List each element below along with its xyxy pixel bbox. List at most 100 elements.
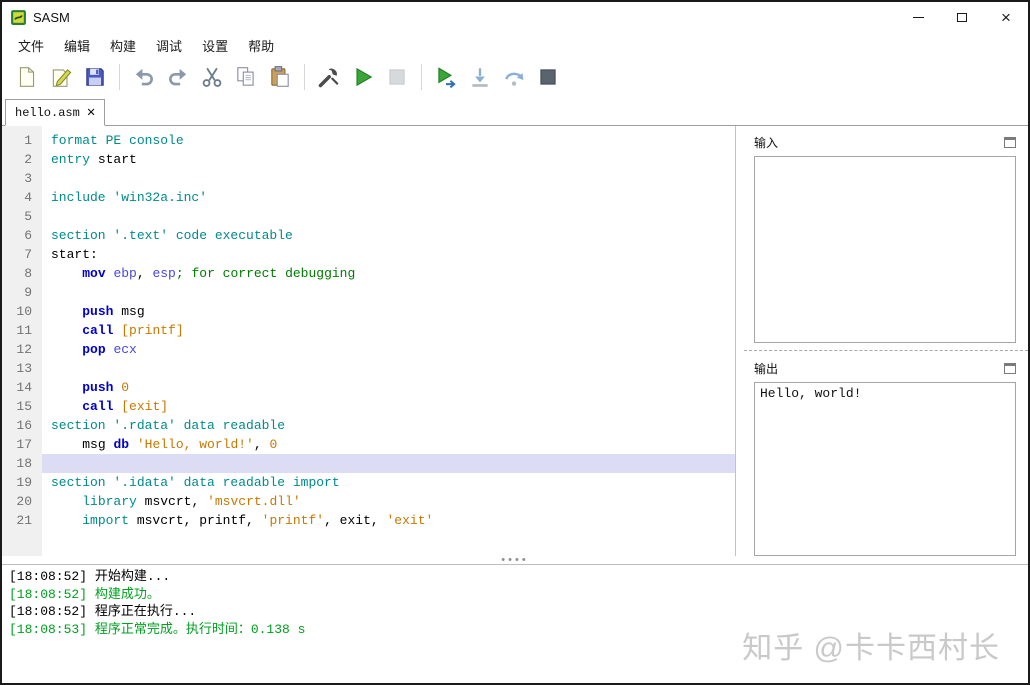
line-number: 1 bbox=[24, 133, 32, 148]
code-area[interactable]: format PE console entry start include 'wi… bbox=[42, 126, 735, 556]
cut-button[interactable] bbox=[197, 62, 227, 92]
detach-output-icon[interactable] bbox=[1004, 363, 1016, 375]
paste-button[interactable] bbox=[265, 62, 295, 92]
toolbar-separator bbox=[421, 64, 422, 90]
code-token: 0 bbox=[121, 380, 130, 395]
line-number: 15 bbox=[16, 399, 32, 414]
line-number: 2 bbox=[24, 152, 32, 167]
code-token: 0 bbox=[269, 437, 278, 452]
log-line: [18:08:53] 程序正常完成。执行时间：0.138 s bbox=[9, 621, 306, 637]
menu-file[interactable]: 文件 bbox=[8, 32, 54, 59]
debug-button[interactable] bbox=[431, 62, 461, 92]
code-token: import bbox=[82, 513, 137, 528]
code-line-2[interactable]: entry start bbox=[42, 150, 735, 169]
code-line-4[interactable]: include 'win32a.inc' bbox=[42, 188, 735, 207]
code-line-7[interactable]: start: bbox=[42, 245, 735, 264]
code-line-12[interactable]: pop ecx bbox=[42, 340, 735, 359]
line-number: 13 bbox=[16, 361, 32, 376]
code-line-5[interactable] bbox=[42, 207, 735, 226]
close-button[interactable]: × bbox=[984, 2, 1028, 32]
new-file-button[interactable] bbox=[12, 62, 42, 92]
code-line-15[interactable]: call [exit] bbox=[42, 397, 735, 416]
tab-bar: hello.asm ✕ bbox=[2, 96, 1028, 126]
horizontal-splitter[interactable]: •••• bbox=[2, 554, 1028, 566]
save-button[interactable] bbox=[80, 62, 110, 92]
code-line-19[interactable]: section '.idata' data readable import bbox=[42, 473, 735, 492]
code-token: call bbox=[82, 323, 122, 338]
io-side-panel: 输入 输出 Hello, world! bbox=[744, 126, 1028, 556]
code-token: ebp bbox=[113, 266, 137, 281]
copy-button[interactable] bbox=[231, 62, 261, 92]
code-token: ; for correct debugging bbox=[175, 266, 356, 281]
undo-button[interactable] bbox=[129, 62, 159, 92]
code-token: pop bbox=[82, 342, 114, 357]
code-token: start: bbox=[51, 247, 98, 262]
code-line-8[interactable]: mov ebp, esp; for correct debugging bbox=[42, 264, 735, 283]
stop-button[interactable] bbox=[382, 62, 412, 92]
code-token: 'msvcrt.dll' bbox=[207, 494, 301, 509]
debug-stop-button[interactable] bbox=[533, 62, 563, 92]
run-button[interactable] bbox=[348, 62, 378, 92]
code-line-13[interactable] bbox=[42, 359, 735, 378]
window-controls: × bbox=[896, 2, 1028, 32]
minimize-button[interactable] bbox=[896, 2, 940, 32]
code-token: msg bbox=[82, 437, 114, 452]
code-token: include 'win32a.inc' bbox=[51, 190, 208, 205]
code-token: , bbox=[136, 266, 153, 281]
step-over-button[interactable] bbox=[499, 62, 529, 92]
tab-label: hello.asm bbox=[15, 105, 80, 120]
code-token: start bbox=[97, 152, 137, 167]
code-token: msvcrt bbox=[144, 494, 192, 509]
build-log: [18:08:52] 开始构建... [18:08:52] 构建成功。 [18:08… bbox=[2, 564, 1028, 683]
code-token: msg bbox=[121, 304, 145, 319]
log-line: [18:08:52] 开始构建... bbox=[9, 569, 171, 584]
redo-button[interactable] bbox=[163, 62, 193, 92]
log-line: [18:08:52] 程序正在执行... bbox=[9, 604, 197, 619]
program-input[interactable] bbox=[754, 155, 1016, 343]
menu-edit[interactable]: 编辑 bbox=[54, 32, 100, 59]
code-token: entry bbox=[51, 152, 98, 167]
menu-debug[interactable]: 调试 bbox=[146, 32, 192, 59]
build-button[interactable] bbox=[314, 62, 344, 92]
code-line-11[interactable]: call [printf] bbox=[42, 321, 735, 340]
code-line-21[interactable]: import msvcrt, printf, 'printf', exit, '… bbox=[42, 511, 735, 530]
minimize-icon bbox=[912, 16, 924, 18]
code-line-20[interactable]: library msvcrt, 'msvcrt.dll' bbox=[42, 492, 735, 511]
code-token: push bbox=[82, 380, 122, 395]
menu-help[interactable]: 帮助 bbox=[238, 32, 284, 59]
line-number: 16 bbox=[16, 418, 32, 433]
code-editor[interactable]: 1 2 3 4 5 6 7 8 9 10 11 12 13 14 15 16 17 18 19 20 21 format… bbox=[2, 126, 736, 556]
tab-close-icon[interactable]: ✕ bbox=[87, 106, 95, 120]
code-line-16[interactable]: section '.rdata' data readable bbox=[42, 416, 735, 435]
open-file-button[interactable] bbox=[46, 62, 76, 92]
menu-build[interactable]: 构建 bbox=[100, 32, 146, 59]
io-panel-splitter[interactable] bbox=[744, 349, 1028, 351]
detach-input-icon[interactable] bbox=[1004, 137, 1016, 149]
splitter-handle-icon: •••• bbox=[501, 554, 529, 566]
menu-settings[interactable]: 设置 bbox=[192, 32, 238, 59]
line-number: 4 bbox=[24, 190, 32, 205]
code-token: , bbox=[191, 494, 208, 509]
code-line-17[interactable]: msg db 'Hello, world!', 0 bbox=[42, 435, 735, 454]
code-line-9[interactable] bbox=[42, 283, 735, 302]
code-token: esp bbox=[152, 266, 176, 281]
toolbar-separator bbox=[304, 64, 305, 90]
tab-hello-asm[interactable]: hello.asm ✕ bbox=[5, 99, 106, 126]
step-into-button[interactable] bbox=[465, 62, 495, 92]
input-panel-header: 输入 bbox=[754, 134, 1016, 152]
vertical-splitter[interactable] bbox=[736, 126, 744, 556]
output-panel-label: 输出 bbox=[754, 362, 779, 377]
code-token: , exit, bbox=[324, 513, 387, 528]
code-line-10[interactable]: push msg bbox=[42, 302, 735, 321]
code-line-18[interactable] bbox=[42, 454, 735, 473]
code-token: , bbox=[253, 437, 270, 452]
code-line-1[interactable]: format PE console bbox=[42, 131, 735, 150]
code-line-3[interactable] bbox=[42, 169, 735, 188]
output-panel-header: 输出 bbox=[754, 360, 1016, 378]
code-line-14[interactable]: push 0 bbox=[42, 378, 735, 397]
code-line-6[interactable]: section '.text' code executable bbox=[42, 226, 735, 245]
maximize-button[interactable] bbox=[940, 2, 984, 32]
program-output[interactable]: Hello, world! bbox=[754, 381, 1016, 556]
